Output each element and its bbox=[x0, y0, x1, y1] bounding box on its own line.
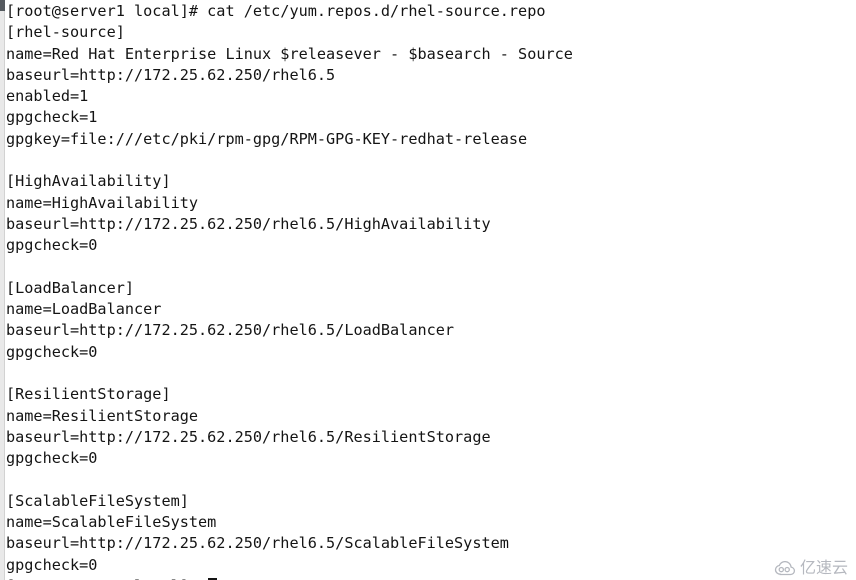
terminal-line: [ResilientStorage] bbox=[6, 385, 171, 404]
terminal-line: [rhel-source] bbox=[6, 23, 125, 42]
terminal-line: name=HighAvailability bbox=[6, 193, 199, 212]
terminal-line-command: [root@server1 local]# cat /etc/yum.repos… bbox=[6, 2, 546, 20]
terminal-line: [LoadBalancer] bbox=[6, 278, 135, 297]
terminal-line: [ScalableFileSystem] bbox=[6, 491, 189, 510]
terminal-window: [root@server1 local]# cat /etc/yum.repos… bbox=[0, 0, 856, 580]
terminal-prompt-line[interactable]: [root@server1 local]# bbox=[6, 576, 856, 580]
terminal-line: gpgcheck=0 bbox=[6, 555, 98, 574]
terminal-line: baseurl=http://172.25.62.250/rhel6.5/Sca… bbox=[6, 534, 509, 553]
terminal-line: [HighAvailability] bbox=[6, 172, 171, 191]
terminal-line: name=ResilientStorage bbox=[6, 406, 199, 425]
terminal-line: enabled=1 bbox=[6, 87, 89, 106]
terminal-line: baseurl=http://172.25.62.250/rhel6.5/Hig… bbox=[6, 214, 491, 233]
terminal-line: name=ScalableFileSystem bbox=[6, 513, 217, 532]
terminal-line: gpgcheck=0 bbox=[6, 236, 98, 255]
terminal-line: gpgcheck=0 bbox=[6, 342, 98, 361]
terminal-line: name=Red Hat Enterprise Linux $releaseve… bbox=[6, 44, 573, 63]
terminal-line: baseurl=http://172.25.62.250/rhel6.5 bbox=[6, 65, 336, 84]
terminal-line: name=LoadBalancer bbox=[6, 300, 162, 319]
terminal-line: gpgkey=file:///etc/pki/rpm-gpg/RPM-GPG-K… bbox=[6, 129, 528, 148]
terminal-line: baseurl=http://172.25.62.250/rhel6.5/Loa… bbox=[6, 321, 455, 340]
terminal-output-area[interactable]: [root@server1 local]# cat /etc/yum.repos… bbox=[0, 0, 856, 580]
terminal-line: baseurl=http://172.25.62.250/rhel6.5/Res… bbox=[6, 427, 491, 446]
terminal-line: gpgcheck=0 bbox=[6, 449, 98, 468]
terminal-line: gpgcheck=1 bbox=[6, 108, 98, 127]
